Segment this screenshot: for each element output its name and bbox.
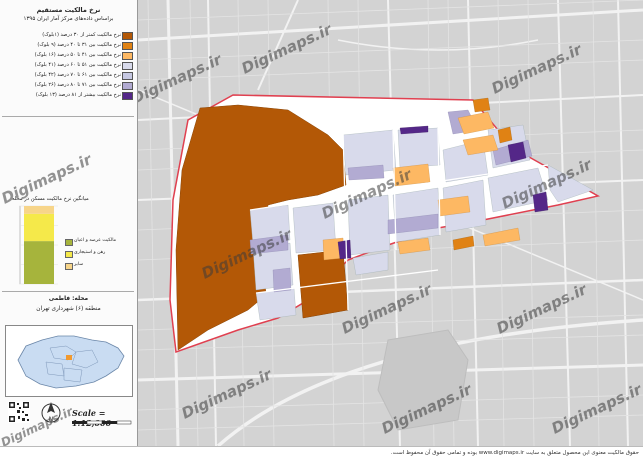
chart-legend-swatch (65, 239, 73, 246)
legend-item: نرخ مالکیت بین ۳۱ تا ۴۰ درصد (۹ بلوک) (2, 41, 134, 50)
legend-item: نرخ مالکیت بین ۴۱ تا ۵۰ درصد (۱۶ بلوک) (2, 51, 134, 60)
stacked-bar-segment (24, 241, 54, 284)
chart-legend-swatch (65, 251, 73, 258)
chart-legend-item: مالکیت عرصه و اعیان (65, 238, 117, 246)
legend-label: نرخ مالکیت بین ۳۱ تا ۴۰ درصد (۹ بلوک) (37, 42, 121, 48)
legend-item: نرخ مالکیت بین ۶۱ تا ۷۰ درصد (۴۲ بلوک) (2, 71, 134, 80)
legend-swatch (122, 32, 133, 40)
chart-legend-swatch (65, 263, 73, 270)
map-subtitle: براساس داده‌های مرکز آمار ایران ۱۳۹۵ (23, 16, 114, 22)
chart-legend-label: سایر (74, 262, 84, 267)
divider (2, 116, 134, 117)
legend-swatch (122, 92, 133, 100)
legend-label: نرخ مالکیت بیشتر از ۸۱ درصد (۱۳ بلوک) (35, 92, 121, 98)
legend-item: نرخ مالکیت کمتر از ۳۰ درصد (۱بلوک) (2, 31, 134, 40)
qr-code-icon (8, 401, 30, 423)
legend-item: نرخ مالکیت بین ۷۱ تا ۸۰ درصد (۲۶ بلوک) (2, 81, 134, 90)
chart-legend-item: رهن و استیجاری (65, 250, 106, 258)
legend-swatch (122, 82, 133, 90)
neighborhood-name: محله: فاطمی (48, 296, 89, 302)
chart-legend-item: سایر (65, 262, 84, 270)
legend-label: نرخ مالکیت بین ۶۱ تا ۷۰ درصد (۴۲ بلوک) (34, 72, 121, 78)
legend-item: نرخ مالکیت بین ۵۱ تا ۶۰ درصد (۴۱ بلوک) (2, 61, 134, 70)
legend-swatch (122, 52, 133, 60)
legend-swatch (122, 62, 133, 70)
copyright-text: حقوق مالکیت معنوی این محصول متعلق به سای… (390, 450, 639, 456)
stacked-bar-segment (24, 206, 54, 214)
stacked-bar-segment (24, 213, 54, 242)
scale-bar (72, 420, 132, 425)
legend-panel: نرخ مالکیت مستقیم براساس داده‌های مرکز آ… (0, 0, 138, 446)
map-title: نرخ مالکیت مستقیم (36, 6, 101, 14)
locator-map (5, 325, 133, 397)
legend-label: نرخ مالکیت کمتر از ۳۰ درصد (۱بلوک) (42, 32, 121, 38)
legend-swatch (122, 42, 133, 50)
stacked-bar-chart (19, 205, 58, 285)
legend-label: نرخ مالکیت بین ۴۱ تا ۵۰ درصد (۱۶ بلوک) (34, 52, 121, 58)
district-name: منطقه (۶) شهرداری تهران (36, 306, 101, 312)
legend-swatch (122, 72, 133, 80)
chart-legend-label: رهن و استیجاری (74, 250, 106, 255)
map-view[interactable]: Digimaps.ir Digimaps.ir Digimaps.ir Digi… (138, 0, 643, 446)
footer-bar: حقوق مالکیت معنوی این محصول متعلق به سای… (0, 446, 643, 461)
chart-legend-label: مالکیت عرصه و اعیان (74, 238, 117, 243)
legend-label: نرخ مالکیت بین ۷۱ تا ۸۰ درصد (۲۶ بلوک) (34, 82, 121, 88)
divider (2, 291, 134, 292)
legend-item: نرخ مالکیت بیشتر از ۸۱ درصد (۱۳ بلوک) (2, 91, 134, 100)
neighborhood-marker (66, 355, 72, 360)
legend-label: نرخ مالکیت بین ۵۱ تا ۶۰ درصد (۴۱ بلوک) (34, 62, 121, 68)
tehran-outline (17, 335, 125, 389)
